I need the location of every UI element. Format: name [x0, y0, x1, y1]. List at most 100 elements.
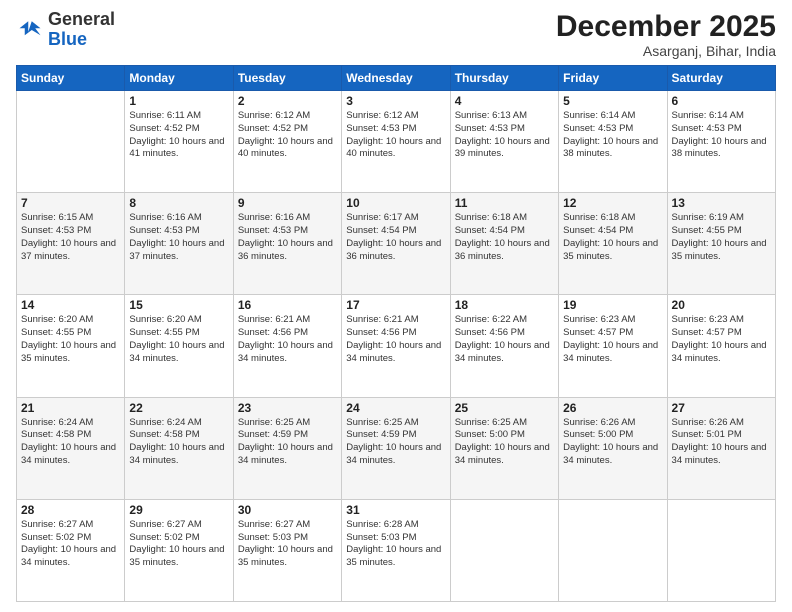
day-cell: 30Sunrise: 6:27 AMSunset: 5:03 PMDayligh…	[233, 499, 341, 601]
day-number: 27	[672, 401, 771, 415]
day-number: 19	[563, 298, 662, 312]
logo: General Blue	[16, 10, 115, 50]
day-info: Sunrise: 6:23 AMSunset: 4:57 PMDaylight:…	[563, 314, 662, 365]
day-number: 2	[238, 94, 337, 108]
day-cell: 24 Sunrise: 6:25 AMSunset: 4:59 PMDayligh…	[342, 397, 450, 499]
calendar-table: SundayMondayTuesdayWednesdayThursdayFrid…	[16, 65, 776, 602]
week-row-4: 28 Sunrise: 6:27 AMSunset: 5:02 PMDayligh…	[17, 499, 776, 601]
day-cell: 27 Sunrise: 6:26 AMSunset: 5:01 PMDayligh…	[667, 397, 775, 499]
day-cell: 23 Sunrise: 6:25 AMSunset: 4:59 PMDayligh…	[233, 397, 341, 499]
day-cell: 2Sunrise: 6:12 AMSunset: 4:52 PMDaylight…	[233, 91, 341, 193]
header-cell-thursday: Thursday	[450, 66, 558, 91]
header-row: SundayMondayTuesdayWednesdayThursdayFrid…	[17, 66, 776, 91]
day-info: Sunrise: 6:18 AMSunset: 4:54 PMDaylight:…	[563, 212, 662, 263]
week-row-1: 7 Sunrise: 6:15 AMSunset: 4:53 PMDaylight…	[17, 193, 776, 295]
day-number: 21	[21, 401, 120, 415]
header-cell-wednesday: Wednesday	[342, 66, 450, 91]
location: Asarganj, Bihar, India	[556, 43, 776, 59]
day-cell: 25Sunrise: 6:25 AMSunset: 5:00 PMDayligh…	[450, 397, 558, 499]
day-info: Sunrise: 6:26 AMSunset: 5:00 PMDaylight:…	[563, 417, 662, 468]
day-cell: 28Sunrise: 6:27 AMSunset: 5:02 PMDayligh…	[17, 499, 125, 601]
day-number: 3	[346, 94, 445, 108]
day-cell: 29Sunrise: 6:27 AMSunset: 5:02 PMDayligh…	[125, 499, 233, 601]
week-row-3: 21 Sunrise: 6:24 AMSunset: 4:58 PMDayligh…	[17, 397, 776, 499]
logo-blue-text: Blue	[48, 29, 87, 49]
day-number: 9	[238, 196, 337, 210]
day-info: Sunrise: 6:24 AMSunset: 4:58 PMDaylight:…	[21, 417, 120, 468]
day-number: 24	[346, 401, 445, 415]
day-info: Sunrise: 6:18 AMSunset: 4:54 PMDaylight:…	[455, 212, 554, 263]
day-number: 12	[563, 196, 662, 210]
day-number: 16	[238, 298, 337, 312]
day-cell: 7 Sunrise: 6:15 AMSunset: 4:53 PMDaylight…	[17, 193, 125, 295]
header: General Blue December 2025 Asarganj, Bih…	[16, 10, 776, 59]
day-cell: 14 Sunrise: 6:20 AMSunset: 4:55 PMDayligh…	[17, 295, 125, 397]
month-title: December 2025	[556, 10, 776, 43]
day-number: 20	[672, 298, 771, 312]
day-info: Sunrise: 6:25 AMSunset: 4:59 PMDaylight:…	[238, 417, 337, 468]
day-number: 18	[455, 298, 554, 312]
day-cell	[667, 499, 775, 601]
day-cell: 5 Sunrise: 6:14 AMSunset: 4:53 PMDaylight…	[559, 91, 667, 193]
day-cell	[450, 499, 558, 601]
day-number: 25	[455, 401, 554, 415]
day-cell: 4Sunrise: 6:13 AMSunset: 4:53 PMDaylight…	[450, 91, 558, 193]
header-cell-saturday: Saturday	[667, 66, 775, 91]
week-row-0: 1 Sunrise: 6:11 AMSunset: 4:52 PMDaylight…	[17, 91, 776, 193]
day-info: Sunrise: 6:26 AMSunset: 5:01 PMDaylight:…	[672, 417, 771, 468]
day-number: 5	[563, 94, 662, 108]
day-cell: 21 Sunrise: 6:24 AMSunset: 4:58 PMDayligh…	[17, 397, 125, 499]
week-row-2: 14 Sunrise: 6:20 AMSunset: 4:55 PMDayligh…	[17, 295, 776, 397]
day-number: 23	[238, 401, 337, 415]
day-number: 28	[21, 503, 120, 517]
day-number: 30	[238, 503, 337, 517]
header-cell-sunday: Sunday	[17, 66, 125, 91]
day-info: Sunrise: 6:15 AMSunset: 4:53 PMDaylight:…	[21, 212, 120, 263]
day-number: 1	[129, 94, 228, 108]
day-cell: 10Sunrise: 6:17 AMSunset: 4:54 PMDayligh…	[342, 193, 450, 295]
day-number: 26	[563, 401, 662, 415]
day-cell: 3 Sunrise: 6:12 AMSunset: 4:53 PMDaylight…	[342, 91, 450, 193]
day-cell: 26 Sunrise: 6:26 AMSunset: 5:00 PMDayligh…	[559, 397, 667, 499]
day-info: Sunrise: 6:19 AMSunset: 4:55 PMDaylight:…	[672, 212, 771, 263]
day-cell: 13 Sunrise: 6:19 AMSunset: 4:55 PMDayligh…	[667, 193, 775, 295]
day-info: Sunrise: 6:20 AMSunset: 4:55 PMDaylight:…	[129, 314, 228, 365]
header-cell-monday: Monday	[125, 66, 233, 91]
page: General Blue December 2025 Asarganj, Bih…	[0, 0, 792, 612]
day-info: Sunrise: 6:24 AMSunset: 4:58 PMDaylight:…	[129, 417, 228, 468]
day-cell: 16Sunrise: 6:21 AMSunset: 4:56 PMDayligh…	[233, 295, 341, 397]
day-cell	[559, 499, 667, 601]
day-cell: 31Sunrise: 6:28 AMSunset: 5:03 PMDayligh…	[342, 499, 450, 601]
day-number: 13	[672, 196, 771, 210]
day-number: 7	[21, 196, 120, 210]
day-info: Sunrise: 6:13 AMSunset: 4:53 PMDaylight:…	[455, 110, 554, 161]
header-cell-tuesday: Tuesday	[233, 66, 341, 91]
day-info: Sunrise: 6:27 AMSunset: 5:02 PMDaylight:…	[129, 519, 228, 570]
logo-general-text: General	[48, 9, 115, 29]
day-info: Sunrise: 6:23 AMSunset: 4:57 PMDaylight:…	[672, 314, 771, 365]
day-cell: 22 Sunrise: 6:24 AMSunset: 4:58 PMDayligh…	[125, 397, 233, 499]
day-cell	[17, 91, 125, 193]
day-info: Sunrise: 6:12 AMSunset: 4:53 PMDaylight:…	[346, 110, 445, 161]
day-info: Sunrise: 6:28 AMSunset: 5:03 PMDaylight:…	[346, 519, 445, 570]
day-cell: 19 Sunrise: 6:23 AMSunset: 4:57 PMDayligh…	[559, 295, 667, 397]
day-info: Sunrise: 6:11 AMSunset: 4:52 PMDaylight:…	[129, 110, 228, 161]
day-cell: 6 Sunrise: 6:14 AMSunset: 4:53 PMDaylight…	[667, 91, 775, 193]
title-block: December 2025 Asarganj, Bihar, India	[556, 10, 776, 59]
day-info: Sunrise: 6:14 AMSunset: 4:53 PMDaylight:…	[672, 110, 771, 161]
day-info: Sunrise: 6:25 AMSunset: 4:59 PMDaylight:…	[346, 417, 445, 468]
day-info: Sunrise: 6:14 AMSunset: 4:53 PMDaylight:…	[563, 110, 662, 161]
day-info: Sunrise: 6:21 AMSunset: 4:56 PMDaylight:…	[346, 314, 445, 365]
day-number: 15	[129, 298, 228, 312]
day-info: Sunrise: 6:16 AMSunset: 4:53 PMDaylight:…	[129, 212, 228, 263]
day-cell: 15 Sunrise: 6:20 AMSunset: 4:55 PMDayligh…	[125, 295, 233, 397]
day-info: Sunrise: 6:20 AMSunset: 4:55 PMDaylight:…	[21, 314, 120, 365]
day-info: Sunrise: 6:17 AMSunset: 4:54 PMDaylight:…	[346, 212, 445, 263]
day-number: 14	[21, 298, 120, 312]
day-number: 22	[129, 401, 228, 415]
day-info: Sunrise: 6:16 AMSunset: 4:53 PMDaylight:…	[238, 212, 337, 263]
day-number: 6	[672, 94, 771, 108]
calendar-body: 1 Sunrise: 6:11 AMSunset: 4:52 PMDaylight…	[17, 91, 776, 602]
day-cell: 1 Sunrise: 6:11 AMSunset: 4:52 PMDaylight…	[125, 91, 233, 193]
day-cell: 8Sunrise: 6:16 AMSunset: 4:53 PMDaylight…	[125, 193, 233, 295]
